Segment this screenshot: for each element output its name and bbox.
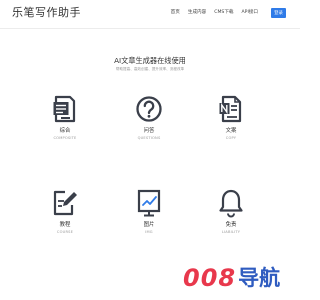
site-header: 乐笔写作助手 首页 生成内容 CMS下载 API接口 登录 [0,0,300,29]
text-document-icon [219,95,242,123]
card-subtitle: COPY [225,136,237,140]
nav-item-home[interactable]: 首页 [171,10,180,16]
page-subtitle: 帮助提高、高效创建、提升效率、流程改革 [115,67,185,71]
card-title: 教程 [59,222,71,228]
card-copy[interactable]: 文案 COPY [203,94,259,141]
card-subtitle: COURSE [56,230,74,234]
card-liability[interactable]: 免责 LIABILITY [203,188,259,235]
card-course[interactable]: 教程 COURSE [37,188,93,235]
line-chart-board-icon [137,189,161,217]
main-nav: 首页 生成内容 CMS下载 API接口 [171,10,258,16]
document-list-icon [53,95,76,123]
card-subtitle: LIABILITY [221,230,241,234]
nav-item-api[interactable]: API接口 [242,10,258,16]
nav-item-cms-download[interactable]: CMS下载 [214,10,233,16]
page-title: AI文章生成器在线使用 [114,56,186,65]
watermark-number: 008 [183,264,237,292]
card-subtitle: IMG [145,230,153,234]
card-subtitle: QUESTIONS [137,136,161,140]
edit-document-icon [53,190,77,216]
card-title: 图片 [143,222,155,228]
card-composite[interactable]: 综合 COMPOSITE [37,94,93,141]
card-title: 文案 [225,128,237,134]
site-logo[interactable]: 乐笔写作助手 [12,6,81,20]
bell-icon [219,189,243,218]
login-button[interactable]: 登录 [271,8,286,18]
watermark-logo: 008 导航 [183,263,293,293]
card-title: 问答 [143,128,155,134]
watermark-text: 导航 [238,266,281,290]
card-questions[interactable]: 问答 QUESTIONS [121,94,177,141]
question-mark-icon [136,96,162,122]
card-title: 免责 [225,222,237,228]
nav-item-generate[interactable]: 生成内容 [188,10,206,16]
card-title: 综合 [59,128,71,134]
card-subtitle: COMPOSITE [53,136,77,140]
card-img[interactable]: 图片 IMG [121,188,177,235]
